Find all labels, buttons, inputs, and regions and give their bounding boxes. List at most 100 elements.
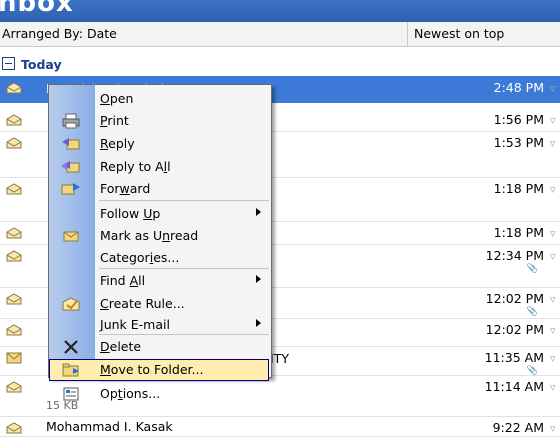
menu-item-label: Junk E-mail <box>100 317 170 332</box>
menu-item-find-all[interactable]: Find All <box>49 270 271 292</box>
flag-icon[interactable]: ▿ <box>550 137 560 150</box>
envelope-icon <box>6 422 22 434</box>
envelope-icon <box>6 352 22 364</box>
menu-item-delete[interactable]: Delete <box>49 336 271 358</box>
label-text: Follow <box>100 206 144 221</box>
label-text: Reply to A <box>100 159 164 174</box>
access-key: O <box>100 91 110 106</box>
envelope-icon <box>6 183 22 195</box>
arranged-by-label[interactable]: Arranged By: Date <box>2 26 117 41</box>
label-text: Find <box>100 273 130 288</box>
label-text: For <box>100 181 120 196</box>
flag-icon[interactable]: ▿ <box>550 422 560 435</box>
menu-item-move-to-folder[interactable]: Move to Folder... <box>49 359 271 381</box>
message-subject: ITY <box>270 351 289 366</box>
move-to-folder-icon <box>61 362 81 378</box>
message-time: 2:48 PM <box>493 80 544 95</box>
menu-item-options[interactable]: Options... <box>49 383 271 405</box>
menu-item-label: Find All <box>100 273 145 288</box>
reply-all-icon <box>61 159 81 175</box>
sort-order-label[interactable]: Newest on top <box>414 26 504 41</box>
message-time: 12:02 PM <box>485 291 544 306</box>
label-text: eply <box>108 136 135 151</box>
access-key: R <box>100 136 109 151</box>
envelope-icon <box>6 82 22 94</box>
collapse-group-icon[interactable] <box>2 57 15 70</box>
menu-item-label: Reply <box>100 136 135 151</box>
message-time: 1:53 PM <box>493 135 544 150</box>
group-header-today[interactable]: Today <box>0 56 62 74</box>
flag-icon[interactable]: ▿ <box>550 227 560 240</box>
paperclip-icon: 📎 <box>526 307 538 317</box>
options-icon <box>61 386 81 402</box>
label-text: pen <box>109 91 134 106</box>
label-text: ard <box>129 181 151 196</box>
label-text: p <box>152 206 161 221</box>
label-text: ove to Folder... <box>110 362 204 377</box>
envelope-icon <box>6 137 22 149</box>
menu-item-reply[interactable]: Reply <box>49 133 271 155</box>
folder-title: nbox <box>0 0 74 18</box>
menu-separator <box>99 381 269 382</box>
arrangement-header[interactable]: Arranged By: Date Newest on top <box>0 22 560 47</box>
label-text: ions... <box>122 386 161 401</box>
access-key: w <box>119 181 130 196</box>
access-key: n <box>162 228 171 243</box>
menu-item-open[interactable]: Open <box>49 88 271 110</box>
menu-item-create-rule[interactable]: Create Rule... <box>49 293 271 315</box>
header-divider <box>407 22 408 46</box>
message-time: 1:18 PM <box>493 225 544 240</box>
menu-item-label: Move to Folder... <box>100 362 203 377</box>
menu-item-follow-up[interactable]: Follow Up <box>49 203 271 225</box>
message-time: 9:22 AM <box>492 420 544 435</box>
flag-icon[interactable]: ▿ <box>550 324 560 337</box>
message-time: 1:56 PM <box>493 112 544 127</box>
submenu-arrow-icon <box>256 208 261 216</box>
envelope-icon <box>6 250 22 262</box>
context-menu: Open Print Reply Reply to All Forward Follow … <box>48 84 272 401</box>
access-key: M <box>100 362 111 377</box>
menu-item-label: Options... <box>100 386 160 401</box>
reply-icon <box>61 136 81 152</box>
create-rule-icon <box>61 296 81 312</box>
menu-item-junk-e-mail[interactable]: Junk E-mail <box>49 314 271 336</box>
flag-icon[interactable]: ▿ <box>550 293 560 306</box>
message-time: 11:35 AM <box>484 350 544 365</box>
menu-item-label: Follow Up <box>100 206 160 221</box>
menu-item-label: Print <box>100 113 129 128</box>
label-text: ll <box>138 273 146 288</box>
menu-item-label: Reply to All <box>100 159 171 174</box>
menu-item-mark-as-unread[interactable]: Mark as Unread <box>49 225 271 247</box>
menu-item-forward[interactable]: Forward <box>49 178 271 200</box>
label-text: Mark as U <box>100 228 163 243</box>
menu-separator <box>99 200 269 201</box>
envelope-icon <box>6 324 22 336</box>
label-text: unk E-mail <box>103 317 170 332</box>
label-text: l <box>167 159 171 174</box>
flag-icon[interactable]: ▿ <box>550 381 560 394</box>
flag-icon[interactable]: ▿ <box>550 352 560 365</box>
access-key: D <box>100 339 110 354</box>
message-time: 12:02 PM <box>485 322 544 337</box>
message-time: 1:18 PM <box>493 181 544 196</box>
flag-icon[interactable]: ▿ <box>550 114 560 127</box>
label-text: rint <box>107 113 129 128</box>
menu-item-label: Create Rule... <box>100 296 185 311</box>
forward-icon <box>61 181 81 197</box>
flag-icon[interactable]: ▿ <box>550 183 560 196</box>
delete-icon <box>61 339 81 355</box>
label-text: reate Rule... <box>108 296 185 311</box>
envelope-icon <box>6 114 22 126</box>
access-key: A <box>129 273 139 288</box>
menu-item-label: Forward <box>100 181 150 196</box>
menu-item-print[interactable]: Print <box>49 110 271 132</box>
menu-item-label: Open <box>100 91 133 106</box>
envelope-icon <box>61 228 81 244</box>
menu-item-reply-to-all[interactable]: Reply to All <box>49 156 271 178</box>
menu-item-categories[interactable]: Categories... <box>49 247 271 269</box>
menu-item-label: Categories... <box>100 250 179 265</box>
submenu-arrow-icon <box>256 275 261 283</box>
label-text: read <box>170 228 199 243</box>
flag-icon[interactable]: ▿ <box>550 82 560 95</box>
flag-icon[interactable]: ▿ <box>550 250 560 263</box>
